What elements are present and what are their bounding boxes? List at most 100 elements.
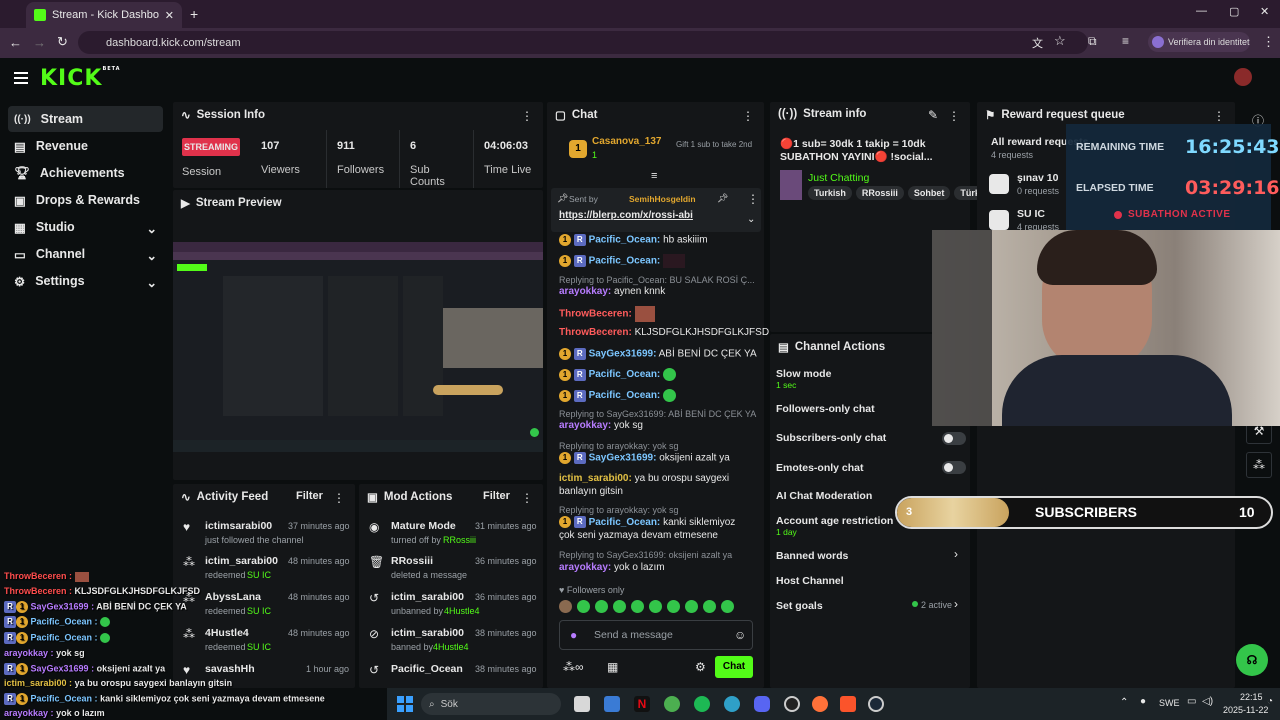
chat-username[interactable]: Pacific_Ocean: [589,517,661,528]
pin-link[interactable]: https://blerp.com/x/rossi-abi [559,210,693,221]
chat-username[interactable]: arayokkay: [559,562,611,573]
back-icon[interactable]: ← [9,35,22,50]
network-icon[interactable]: ▭ [1187,696,1196,707]
sidebar-item-channel[interactable]: ▭ Channel ⌄ [8,241,163,267]
sidebar-item-settings[interactable]: ⚙ Settings ⌄ [8,268,163,294]
tray-chevron-icon[interactable]: ⌃ [1120,697,1128,708]
hamburger-menu-icon[interactable] [14,72,28,84]
stream-preview-video[interactable] [173,242,543,452]
action-banned-words[interactable]: Banned words [776,550,848,562]
emote[interactable] [595,600,608,613]
user-avatar[interactable] [1234,68,1252,86]
volume-icon[interactable]: ◁) [1202,696,1213,707]
chrome-icon[interactable] [664,696,680,712]
chat-input[interactable]: ● Send a message ☺ [559,620,753,650]
browser-tab[interactable]: Stream - Kick Dashboard ✕ [26,2,182,28]
chat-username[interactable]: arayokkay: [559,286,611,297]
settings-icon[interactable]: ⚙ [695,660,706,674]
action-subscribers-only[interactable]: Subscribers-only chat [776,432,886,444]
sidebar-item-revenue[interactable]: ▤ Revenue [8,133,163,159]
close-window-icon[interactable]: ✕ [1260,5,1269,18]
store-app-icon[interactable] [604,696,620,712]
emote[interactable] [649,600,662,613]
reload-icon[interactable]: ↻ [57,34,68,50]
emote[interactable] [577,600,590,613]
chat-username[interactable]: arayokkay: [559,420,611,431]
chat-username[interactable]: Pacific_Ocean: [589,390,661,401]
pin-toggle-icon[interactable]: 📌︎ [717,193,728,204]
reading-list-icon[interactable]: ≡ [1122,34,1129,48]
action-account-age[interactable]: Account age restriction 1 day [776,515,893,537]
kick-logo[interactable]: KICKBETA [40,66,121,91]
category-link[interactable]: Just Chatting [808,172,869,184]
tag[interactable]: Sohbet [907,186,951,200]
new-tab-icon[interactable]: + [190,6,198,22]
kebab-menu-icon[interactable]: ⋮ [333,491,345,505]
category-thumbnail[interactable] [780,170,802,200]
action-emotes-only[interactable]: Emotes-only chat [776,462,864,474]
emotes-only-toggle[interactable] [942,461,966,474]
action-ai-moderation[interactable]: AI Chat Moderation [776,490,872,502]
chat-username[interactable]: ThrowBeceren: [559,327,632,338]
action-followers-only[interactable]: Followers-only chat [776,403,875,415]
store-icon[interactable]: ▦ [607,660,618,674]
minimize-icon[interactable]: — [1196,5,1207,17]
emote[interactable] [613,600,626,613]
discord-icon[interactable] [754,696,770,712]
reward-item[interactable]: şınav 10 0 requests [989,172,1069,200]
sidebar-item-drops[interactable]: ▣ Drops & Rewards [8,187,163,213]
kebab-menu-icon[interactable]: ⋮ [521,109,533,123]
url-field[interactable]: dashboard.kick.com/stream [78,31,1088,54]
filter-button[interactable]: Filter [483,490,510,502]
send-chat-button[interactable]: Chat [715,656,753,678]
sidebar-item-achievements[interactable]: 🏆︎ Achievements [8,160,163,186]
edit-icon[interactable]: ✎ [928,108,938,122]
windows-start-icon[interactable] [397,696,413,712]
netflix-icon[interactable]: N [634,696,650,712]
points-icon[interactable]: ⁂ [1246,452,1272,478]
kebab-menu-icon[interactable]: ⋮ [948,109,960,123]
filter-lines-icon[interactable]: ≡ [651,170,657,182]
emote[interactable] [667,600,680,613]
file-explorer-icon[interactable] [574,696,590,712]
mic-tray-icon[interactable]: ● [1140,696,1146,707]
extensions-icon[interactable]: ⧉ [1088,34,1097,49]
brave-icon[interactable] [840,696,856,712]
firefox-icon[interactable] [812,696,828,712]
profile-chip[interactable]: Verifiera din identitet [1148,32,1250,52]
chevron-down-icon[interactable]: ⌄ [747,214,755,225]
emote[interactable] [703,600,716,613]
support-icon[interactable]: ☊ [1236,644,1268,676]
subscribers-only-toggle[interactable] [942,432,966,445]
obs-icon[interactable] [784,696,800,712]
bookmark-star-icon[interactable]: ☆ [1054,33,1066,49]
sidebar-item-studio[interactable]: ▦ Studio ⌄ [8,214,163,240]
chat-username[interactable]: SayGex31699: [589,453,657,464]
chat-username[interactable]: Pacific_Ocean: [589,235,661,246]
action-set-goals[interactable]: Set goals [776,600,823,612]
emote[interactable] [559,600,572,613]
emote[interactable] [685,600,698,613]
chat-username[interactable]: ictim_sarabi00: [559,473,632,484]
filter-button[interactable]: Filter [296,490,323,502]
tag[interactable]: RRossiii [855,186,904,200]
points-icon[interactable]: ⁂∞ [563,660,584,674]
kebab-menu-icon[interactable]: ⋮ [747,192,759,206]
taskbar-date[interactable]: 2025-11-22 [1223,705,1268,715]
spotify-icon[interactable] [694,696,710,712]
chat-username[interactable]: SayGex31699: [589,349,657,360]
maximize-icon[interactable]: ▢ [1229,5,1239,18]
taskbar-time[interactable]: 22:15 [1240,692,1263,702]
steam-icon[interactable] [868,696,884,712]
close-tab-icon[interactable]: ✕ [165,9,174,22]
translate-icon[interactable]: 文 [1032,35,1043,51]
chat-username[interactable]: ThrowBeceren: [559,309,632,320]
chat-username[interactable]: Pacific_Ocean: [589,369,661,380]
sidebar-item-stream[interactable]: ((·)) Stream [8,106,163,132]
taskbar-search[interactable]: ⌕ Sök [421,693,561,715]
tag[interactable]: Turkish [808,186,852,200]
mic-icon[interactable]: ● [570,628,577,642]
language-indicator[interactable]: SWE [1159,698,1180,708]
kebab-menu-icon[interactable]: ⋮ [742,109,754,123]
forward-icon[interactable]: → [33,35,46,50]
